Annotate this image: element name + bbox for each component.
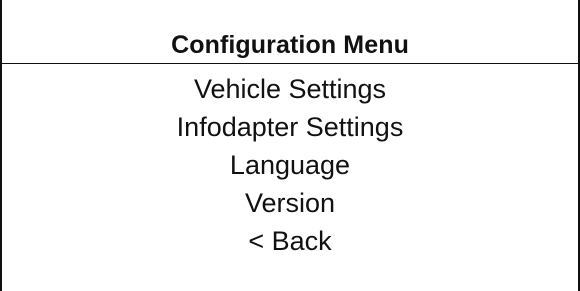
menu-item-language[interactable]: Language [2, 146, 578, 184]
menu-item-back[interactable]: < Back [2, 222, 578, 260]
menu-item-version[interactable]: Version [2, 184, 578, 222]
menu-item-vehicle-settings[interactable]: Vehicle Settings [2, 70, 578, 108]
title-divider [2, 63, 578, 64]
menu-title: Configuration Menu [171, 31, 409, 59]
menu-item-infodapter-settings[interactable]: Infodapter Settings [2, 108, 578, 146]
menu-list: Vehicle Settings Infodapter Settings Lan… [2, 70, 578, 260]
configuration-menu-screen: Configuration Menu Vehicle Settings Info… [0, 0, 580, 291]
